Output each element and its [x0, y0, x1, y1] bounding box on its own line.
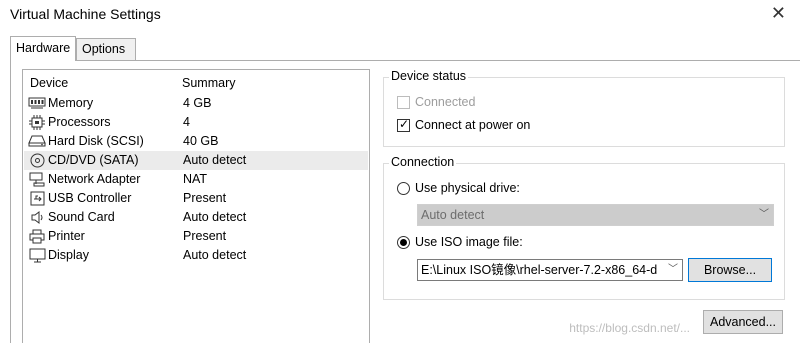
window-title: Virtual Machine Settings — [10, 6, 161, 22]
device-summary: Auto detect — [183, 248, 247, 262]
printer-icon — [28, 229, 46, 244]
physical-drive-radio[interactable] — [397, 182, 410, 195]
device-name: Printer — [48, 229, 85, 243]
iso-image-path-value: E:\Linux ISO镜像\rhel-server-7.2-x86_64-d — [421, 263, 658, 277]
iso-image-radio[interactable] — [397, 236, 410, 249]
device-row-display[interactable]: Display Auto detect — [24, 246, 368, 265]
advanced-button[interactable]: Advanced... — [703, 310, 783, 334]
physical-drive-value: Auto detect — [421, 208, 485, 222]
device-name: Display — [48, 248, 89, 262]
connect-at-power-on-label: Connect at power on — [415, 118, 531, 132]
device-name: USB Controller — [48, 191, 132, 205]
network-adapter-icon — [28, 172, 46, 187]
connected-checkbox[interactable] — [397, 96, 410, 109]
device-row-hard-disk[interactable]: Hard Disk (SCSI) 40 GB — [24, 132, 368, 151]
checkmark-icon: ✓ — [399, 117, 410, 131]
connection-group: Connection Use physical drive: Auto dete… — [383, 155, 785, 300]
browse-button[interactable]: Browse... — [688, 258, 772, 282]
device-summary: Present — [183, 191, 227, 205]
connect-at-power-on-checkbox[interactable]: ✓ — [397, 117, 410, 132]
device-summary: 40 GB — [183, 134, 219, 148]
device-status-legend: Device status — [389, 69, 469, 83]
device-summary: 4 — [183, 115, 190, 129]
device-column-header[interactable]: Device — [30, 76, 68, 90]
iso-image-path-combobox[interactable]: E:\Linux ISO镜像\rhel-server-7.2-x86_64-d … — [417, 259, 683, 281]
device-list-header: Device Summary — [30, 76, 360, 92]
device-name: Network Adapter — [48, 172, 141, 186]
memory-icon — [28, 96, 46, 111]
processor-icon — [28, 115, 46, 130]
device-row-printer[interactable]: Printer Present — [24, 227, 368, 246]
watermark-text: https://blog.csdn.net/... — [569, 321, 690, 335]
device-row-cd-dvd[interactable]: CD/DVD (SATA) Auto detect — [24, 151, 368, 170]
device-name: CD/DVD (SATA) — [48, 153, 139, 167]
connected-label: Connected — [415, 95, 476, 109]
physical-drive-label: Use physical drive: — [415, 181, 520, 195]
display-icon — [28, 248, 46, 263]
device-row-memory[interactable]: Memory 4 GB — [24, 94, 368, 113]
speaker-icon — [28, 210, 46, 225]
device-status-group: Device status Connected ✓ Connect at pow… — [383, 69, 785, 147]
device-list[interactable]: Device Summary Memory 4 GB Processors 4 … — [22, 69, 370, 343]
device-name: Processors — [48, 115, 111, 129]
tab-hardware[interactable]: Hardware — [10, 36, 76, 61]
radio-selected-dot — [400, 239, 407, 246]
connection-legend: Connection — [389, 155, 457, 169]
device-name: Memory — [48, 96, 94, 110]
device-row-usb-controller[interactable]: USB Controller Present — [24, 189, 368, 208]
usb-icon — [28, 191, 46, 206]
device-summary: Auto detect — [183, 153, 247, 167]
device-name: Hard Disk (SCSI) — [48, 134, 144, 148]
summary-column-header[interactable]: Summary — [182, 76, 235, 90]
device-summary: Auto detect — [183, 210, 247, 224]
close-icon[interactable]: ✕ — [771, 3, 786, 23]
device-summary: NAT — [183, 172, 208, 186]
iso-image-label: Use ISO image file: — [415, 235, 523, 249]
physical-drive-select: Auto detect ﹀ — [417, 204, 774, 226]
chevron-down-icon[interactable]: ﹀ — [666, 260, 678, 280]
chevron-down-icon: ﹀ — [759, 209, 769, 220]
device-row-sound-card[interactable]: Sound Card Auto detect — [24, 208, 368, 227]
device-summary: 4 GB — [183, 96, 212, 110]
device-row-processors[interactable]: Processors 4 — [24, 113, 368, 132]
hard-disk-icon — [28, 134, 46, 149]
device-name: Sound Card — [48, 210, 115, 224]
tab-options[interactable]: Options — [76, 38, 136, 60]
device-row-network-adapter[interactable]: Network Adapter NAT — [24, 170, 368, 189]
device-summary: Present — [183, 229, 227, 243]
cd-dvd-icon — [28, 153, 46, 168]
